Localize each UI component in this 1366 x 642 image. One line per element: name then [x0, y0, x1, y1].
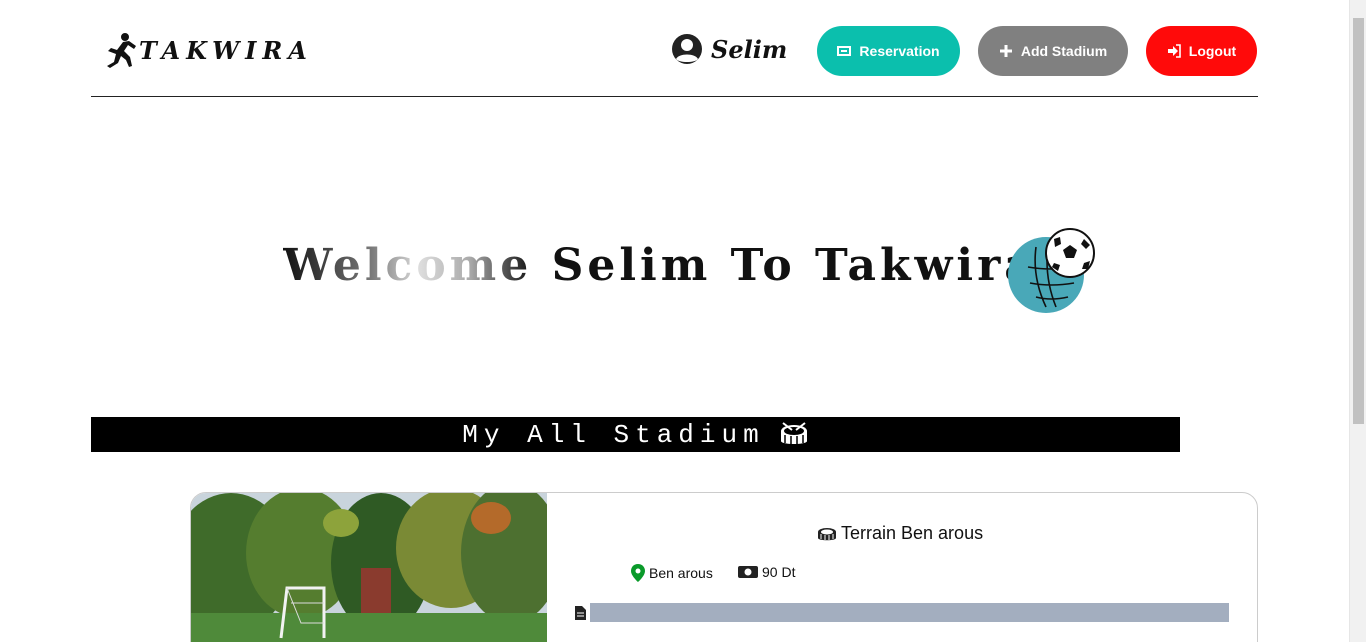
stadium-price: 90 Dt [738, 564, 795, 580]
header: TAKWIRA Selim Reservation Add Stadium Lo… [91, 0, 1258, 97]
section-title: My All Stadium [462, 419, 765, 450]
stadium-name: Terrain Ben arous [841, 523, 984, 543]
football-player-icon [107, 33, 136, 68]
user-circle-icon [672, 34, 702, 64]
plus-icon [999, 45, 1012, 57]
add-stadium-label: Add Stadium [1020, 43, 1108, 59]
logout-button[interactable]: Logout [1146, 26, 1257, 76]
logo[interactable]: TAKWIRA [103, 30, 313, 70]
stadium-card[interactable]: Terrain Ben arous Ben arous 90 Dt [190, 492, 1258, 642]
description-bar [590, 603, 1229, 622]
add-stadium-button[interactable]: Add Stadium [978, 26, 1128, 76]
stadium-description [575, 603, 1229, 622]
location-text: Ben arous [649, 565, 713, 581]
user-name: Selim [711, 34, 788, 64]
stadium-title: Terrain Ben arous [817, 523, 983, 544]
logo-text: TAKWIRA [139, 35, 313, 65]
soccer-ball-net-icon [1008, 228, 1095, 313]
map-marker-icon [631, 564, 645, 582]
reservation-button[interactable]: Reservation [817, 26, 960, 76]
drum-icon [780, 421, 807, 444]
welcome-rest: Selim To Takwira [551, 240, 1037, 291]
ticket-icon [837, 46, 852, 56]
logout-label: Logout [1188, 43, 1237, 59]
section-header: My All Stadium [91, 417, 1180, 452]
welcome-word: Welcome [283, 240, 533, 291]
welcome-heading: Welcome Selim To Takwira [283, 240, 1037, 291]
stadium-location: Ben arous [631, 564, 713, 582]
user-profile[interactable]: Selim [671, 33, 787, 65]
file-icon [575, 605, 586, 620]
drum-icon [818, 527, 836, 540]
scrollbar[interactable] [1349, 0, 1366, 642]
stadium-photo [191, 493, 547, 642]
scrollbar-thumb[interactable] [1353, 18, 1364, 424]
reservation-label: Reservation [859, 43, 940, 59]
money-bill-icon [738, 566, 758, 578]
price-text: 90 Dt [762, 564, 796, 580]
sign-in-icon [1167, 44, 1181, 58]
